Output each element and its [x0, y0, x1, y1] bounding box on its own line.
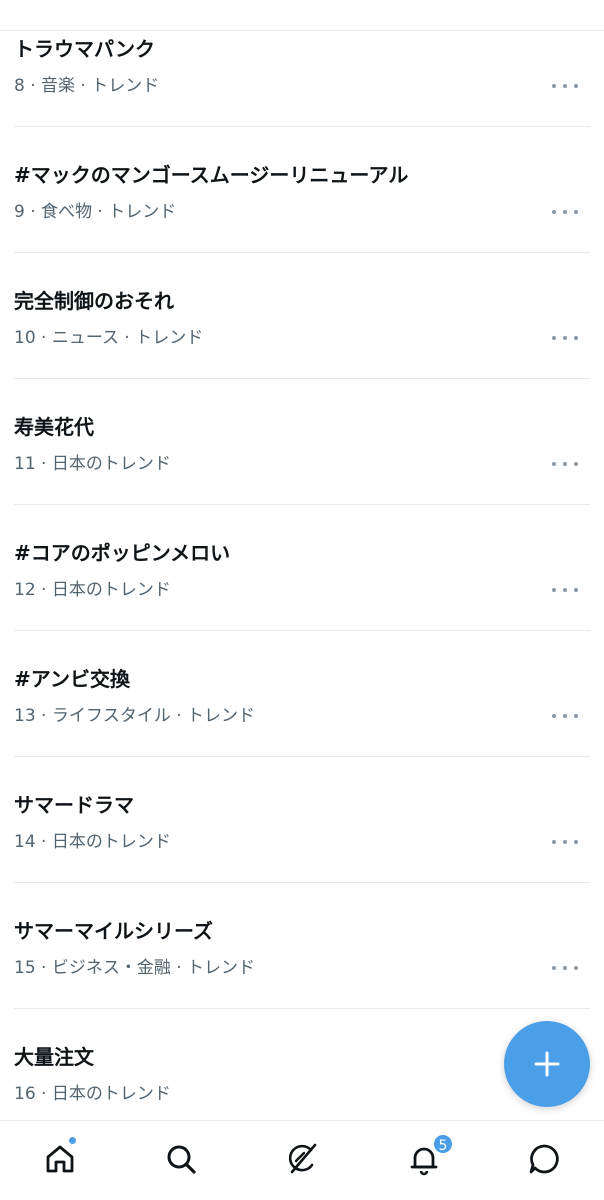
tab-messages[interactable]	[524, 1139, 564, 1179]
divider	[14, 882, 590, 883]
more-options-icon[interactable]	[552, 836, 578, 848]
trend-meta: 13 · ライフスタイル · トレンド	[14, 706, 256, 726]
trend-item[interactable]: サマーマイルシリーズ 15 · ビジネス・金融 · トレンド	[0, 918, 604, 1044]
message-icon	[529, 1144, 559, 1174]
trend-title: サマードラマ	[14, 793, 134, 817]
trend-item[interactable]: 完全制御のおそれ 10 · ニュース · トレンド	[0, 288, 604, 414]
more-options-icon[interactable]	[552, 80, 578, 92]
divider	[14, 126, 590, 127]
trend-title: サマーマイルシリーズ	[14, 919, 213, 943]
home-notification-dot	[68, 1136, 77, 1145]
more-options-icon[interactable]	[552, 962, 578, 974]
more-options-icon[interactable]	[552, 584, 578, 596]
trend-item[interactable]: トラウマパンク 8 · 音楽 · トレンド	[0, 36, 604, 162]
divider	[14, 756, 590, 757]
tab-home[interactable]	[40, 1139, 80, 1179]
divider	[14, 630, 590, 631]
divider	[14, 252, 590, 253]
trend-meta: 14 · 日本のトレンド	[14, 832, 171, 852]
divider	[14, 504, 590, 505]
trend-title: #コアのポッピンメロい	[14, 541, 231, 565]
trend-title: 完全制御のおそれ	[14, 289, 174, 313]
trend-meta: 12 · 日本のトレンド	[14, 580, 171, 600]
trend-meta: 16 · 日本のトレンド	[14, 1084, 171, 1104]
trend-meta: 15 · ビジネス・金融 · トレンド	[14, 958, 256, 978]
trend-meta: 8 · 音楽 · トレンド	[14, 76, 160, 96]
grok-icon	[288, 1143, 317, 1174]
trend-meta: 9 · 食べ物 · トレンド	[14, 202, 177, 222]
more-options-icon[interactable]	[552, 206, 578, 218]
more-options-icon[interactable]	[552, 710, 578, 722]
plus-icon	[534, 1051, 560, 1077]
trend-title: #マックのマンゴースムージーリニューアル	[14, 163, 409, 187]
trend-meta: 11 · 日本のトレンド	[14, 454, 171, 474]
trend-title: トラウマパンク	[14, 37, 155, 61]
divider	[14, 378, 590, 379]
trend-item[interactable]: #コアのポッピンメロい 12 · 日本のトレンド	[0, 540, 604, 666]
trend-item[interactable]: サマードラマ 14 · 日本のトレンド	[0, 792, 604, 918]
trend-item[interactable]: #アンビ交換 13 · ライフスタイル · トレンド	[0, 666, 604, 792]
trend-title: 寿美花代	[14, 415, 94, 439]
bottom-tab-bar: 5	[0, 1120, 604, 1200]
more-options-icon[interactable]	[552, 458, 578, 470]
notification-count-badge: 5	[432, 1133, 454, 1155]
more-options-icon[interactable]	[552, 332, 578, 344]
trend-title: 大量注文	[14, 1045, 94, 1069]
trend-item[interactable]: 寿美花代 11 · 日本のトレンド	[0, 414, 604, 540]
trend-title: #アンビ交換	[14, 667, 130, 691]
trend-item[interactable]: #マックのマンゴースムージーリニューアル 9 · 食べ物 · トレンド	[0, 162, 604, 288]
tab-search[interactable]	[161, 1139, 201, 1179]
explore-trends-screen: トラウマパンク 8 · 音楽 · トレンド #マックのマンゴースムージーリニュー…	[0, 0, 604, 1200]
tab-grok[interactable]	[282, 1139, 322, 1179]
compose-post-button[interactable]	[504, 1021, 590, 1107]
top-divider	[0, 30, 604, 31]
trend-meta: 10 · ニュース · トレンド	[14, 328, 204, 348]
divider	[14, 1008, 590, 1009]
home-icon	[46, 1145, 74, 1173]
search-icon	[167, 1145, 196, 1174]
